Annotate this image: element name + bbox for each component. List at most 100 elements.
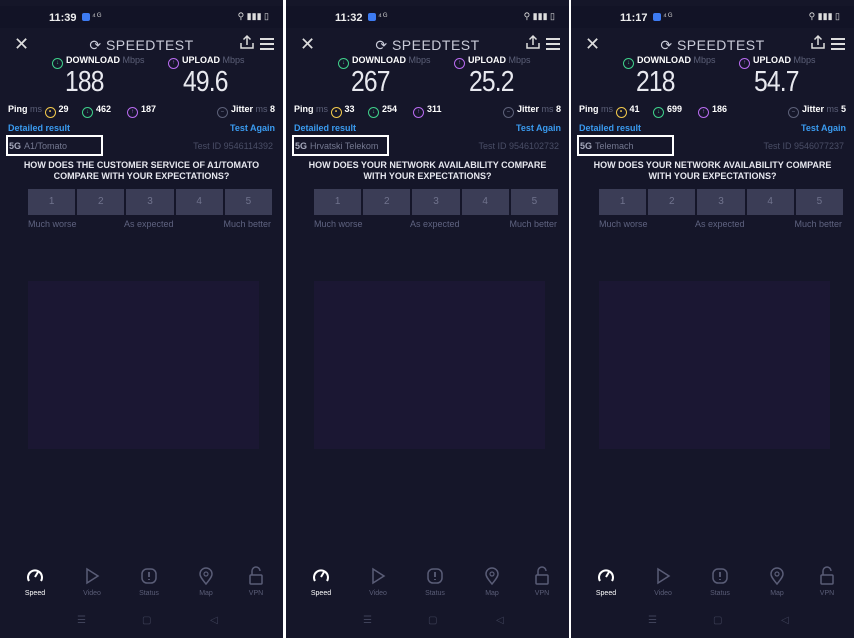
provider-name: Telemach xyxy=(595,141,634,151)
upload-latency: ↑ 311 xyxy=(413,104,442,118)
rating-option-2[interactable]: 2 xyxy=(77,189,125,215)
home-icon[interactable]: ▢ xyxy=(428,615,437,626)
play-icon xyxy=(86,567,100,585)
alert-icon xyxy=(712,568,728,584)
download-latency: ↓ 699 xyxy=(653,104,682,118)
back-icon[interactable]: ◁ xyxy=(210,615,218,626)
upload-icon: ↑ xyxy=(739,58,750,69)
home-icon[interactable]: ▢ xyxy=(142,615,151,626)
latency-row: Ping ms • 29 ↓ 462 ↑ 187 – Jitter ms 8 xyxy=(0,104,283,118)
nav-vpn[interactable]: VPN xyxy=(522,566,562,597)
menu-icon[interactable] xyxy=(831,38,845,53)
system-nav: ☰ ▢ ◁ xyxy=(571,615,854,635)
upload-latency-icon: ↑ xyxy=(127,107,138,118)
jitter-metric: – Jitter ms 8 xyxy=(216,104,275,118)
detailed-result-link[interactable]: Detailed result xyxy=(294,123,356,133)
speedometer-icon xyxy=(313,569,329,582)
rating-option-3[interactable]: 3 xyxy=(412,189,460,215)
signal-battery-icon: ⚲ ▮▮▮ ▯ xyxy=(523,11,555,21)
nav-speed[interactable]: Speed xyxy=(586,566,626,597)
download-icon: ↓ xyxy=(338,58,349,69)
status-time: 11:17 xyxy=(620,12,648,24)
rating-option-3[interactable]: 3 xyxy=(126,189,174,215)
scale-label-worse: Much worse xyxy=(314,219,363,229)
recent-apps-icon[interactable]: ☰ xyxy=(648,615,657,626)
rating-option-4[interactable]: 4 xyxy=(461,189,509,215)
map-pin-icon xyxy=(199,567,213,586)
download-value: 188 xyxy=(65,66,104,98)
phone-screen-2: 11:32 ⁴ᴳ ⚲ ▮▮▮ ▯ ✕ ⟳ SPEEDTEST ↓ DOWNLOAD… xyxy=(286,0,569,638)
survey-question: HOW DOES YOUR NETWORK AVAILABILITY COMPA… xyxy=(593,160,832,181)
status-time: 11:32 xyxy=(335,12,363,24)
speedometer-icon xyxy=(598,569,614,582)
rating-option-2[interactable]: 2 xyxy=(648,189,696,215)
nav-map[interactable]: Map xyxy=(186,566,226,597)
signal-battery-icon: ⚲ ▮▮▮ ▯ xyxy=(237,11,269,21)
test-again-button[interactable]: Test Again xyxy=(516,123,561,133)
nav-video[interactable]: Video xyxy=(72,566,112,597)
bottom-nav: Speed Video Status Map VPN xyxy=(571,566,854,606)
share-icon[interactable] xyxy=(525,34,541,50)
recent-apps-icon[interactable]: ☰ xyxy=(363,615,372,626)
system-nav: ☰ ▢ ◁ xyxy=(286,615,569,635)
notification-icons: ⁴ᴳ xyxy=(82,11,102,21)
test-id: Test ID 9546077237 xyxy=(763,141,844,151)
rating-option-5[interactable]: 5 xyxy=(510,189,559,215)
rating-option-1[interactable]: 1 xyxy=(28,189,76,215)
upload-icon: ↑ xyxy=(168,58,179,69)
play-icon xyxy=(372,567,386,585)
network-type: 5G xyxy=(580,141,593,151)
menu-icon[interactable] xyxy=(260,38,274,53)
rating-option-4[interactable]: 4 xyxy=(746,189,794,215)
nav-speed[interactable]: Speed xyxy=(15,566,55,597)
rating-option-2[interactable]: 2 xyxy=(363,189,411,215)
detailed-result-link[interactable]: Detailed result xyxy=(8,123,70,133)
nav-vpn[interactable]: VPN xyxy=(807,566,847,597)
nav-status[interactable]: Status xyxy=(415,566,455,597)
detailed-result-link[interactable]: Detailed result xyxy=(579,123,641,133)
home-icon[interactable]: ▢ xyxy=(713,615,722,626)
nav-status[interactable]: Status xyxy=(700,566,740,597)
test-again-button[interactable]: Test Again xyxy=(801,123,846,133)
nav-map[interactable]: Map xyxy=(757,566,797,597)
recent-apps-icon[interactable]: ☰ xyxy=(77,615,86,626)
ping-icon: • xyxy=(615,107,627,118)
nav-vpn[interactable]: VPN xyxy=(236,566,276,597)
rating-option-1[interactable]: 1 xyxy=(314,189,362,215)
rating-scale: 1 2 3 4 5 xyxy=(28,189,273,215)
scale-label-better: Much better xyxy=(509,219,557,229)
bottom-nav: Speed Video Status Map VPN xyxy=(286,566,569,606)
survey-question: HOW DOES YOUR NETWORK AVAILABILITY COMPA… xyxy=(308,160,547,181)
menu-icon[interactable] xyxy=(546,38,560,53)
map-pin-icon xyxy=(770,567,784,586)
download-value: 218 xyxy=(636,66,675,98)
nav-status[interactable]: Status xyxy=(129,566,169,597)
phone-screen-3: 11:17 ⁴ᴳ ⚲ ▮▮▮ ▯ ✕ ⟳ SPEEDTEST ↓ DOWNLOAD… xyxy=(571,0,854,638)
rating-option-5[interactable]: 5 xyxy=(795,189,844,215)
rating-option-5[interactable]: 5 xyxy=(224,189,273,215)
nav-video[interactable]: Video xyxy=(358,566,398,597)
nav-speed[interactable]: Speed xyxy=(301,566,341,597)
nav-map[interactable]: Map xyxy=(472,566,512,597)
back-icon[interactable]: ◁ xyxy=(781,615,789,626)
back-icon[interactable]: ◁ xyxy=(496,615,504,626)
scale-label-expected: As expected xyxy=(410,219,460,229)
scale-label-better: Much better xyxy=(223,219,271,229)
survey-question: HOW DOES THE CUSTOMER SERVICE OF A1/TOMA… xyxy=(23,160,260,181)
network-type: 5G xyxy=(9,141,22,151)
jitter-icon: – xyxy=(787,107,799,118)
bottom-nav: Speed Video Status Map VPN xyxy=(0,566,283,606)
nav-video[interactable]: Video xyxy=(643,566,683,597)
rating-option-3[interactable]: 3 xyxy=(697,189,745,215)
share-icon[interactable] xyxy=(810,34,826,50)
ping-metric: Ping ms • 33 xyxy=(294,104,355,118)
provider-name: Hrvatski Telekom xyxy=(310,141,379,151)
upload-latency-icon: ↑ xyxy=(698,107,709,118)
test-again-button[interactable]: Test Again xyxy=(230,123,275,133)
rating-option-4[interactable]: 4 xyxy=(175,189,223,215)
upload-value: 49.6 xyxy=(183,66,228,98)
rating-option-1[interactable]: 1 xyxy=(599,189,647,215)
network-row: 5G Hrvatski Telekom Test ID 9546102732 xyxy=(292,135,563,156)
test-id: Test ID 9546114392 xyxy=(193,141,273,151)
share-icon[interactable] xyxy=(239,34,255,50)
